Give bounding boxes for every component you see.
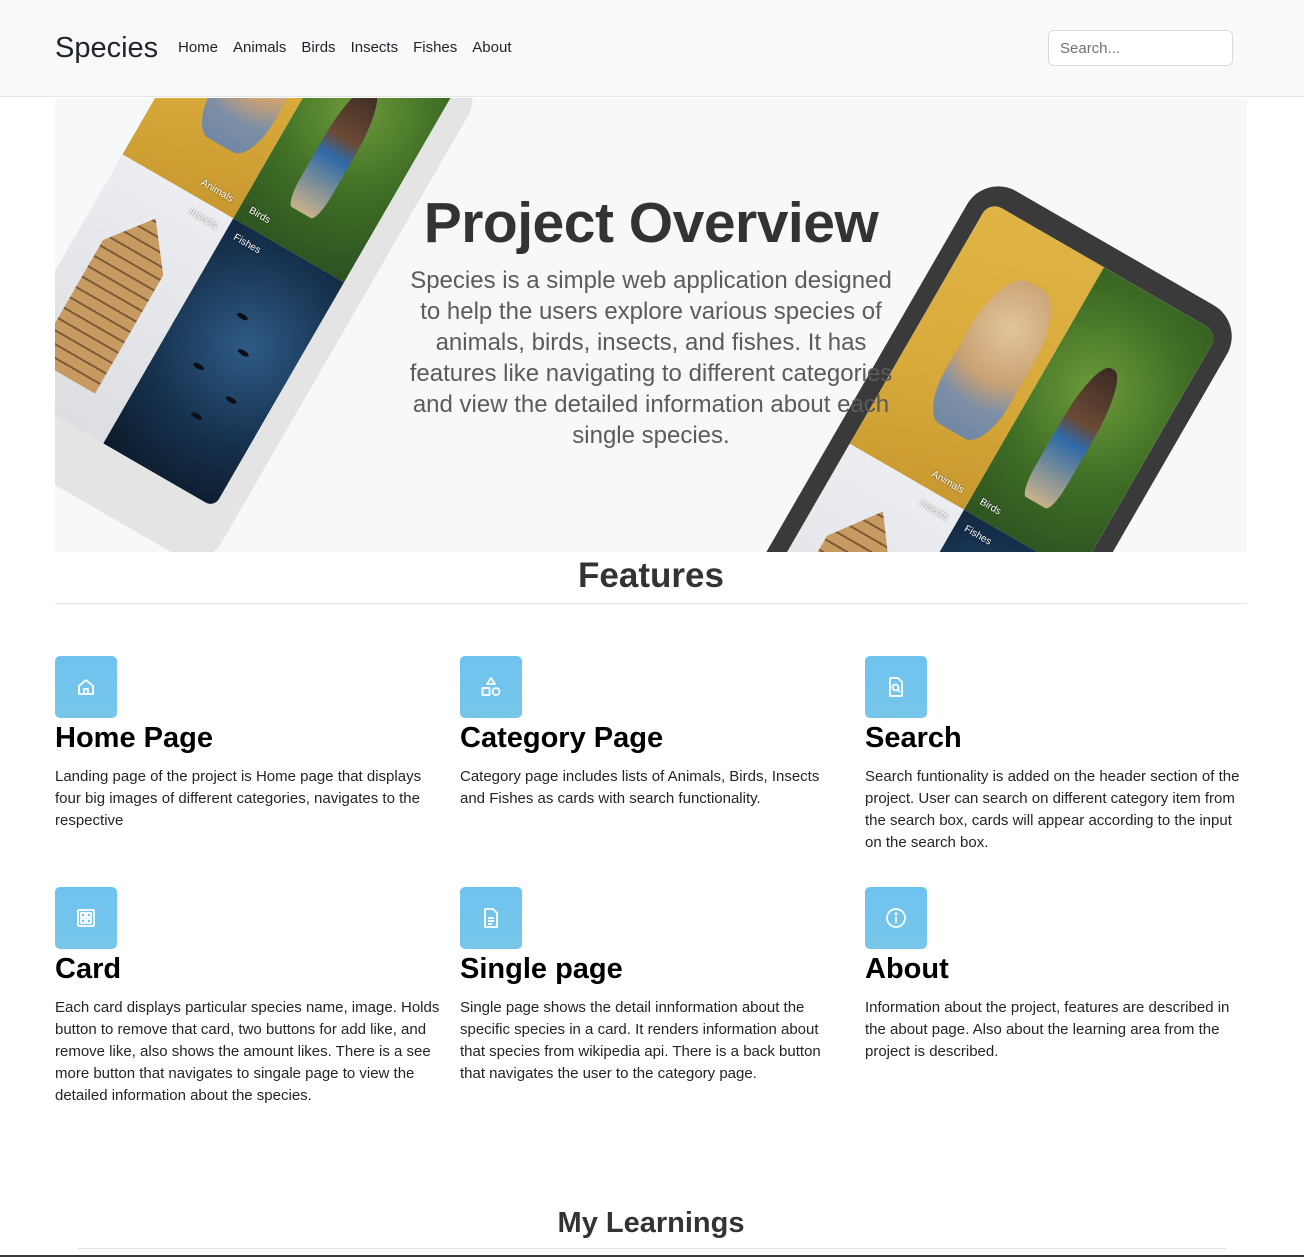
feature-title: Search	[865, 722, 962, 754]
feature-description: Search funtionality is added on the head…	[865, 768, 1240, 851]
nav-link-home[interactable]: Home	[178, 38, 218, 58]
feature-description: Information about the project, features …	[865, 999, 1230, 1060]
birds-label: Birds	[246, 205, 273, 227]
learnings-divider	[78, 1248, 1226, 1249]
document-icon	[460, 887, 522, 949]
feature-card: Category Page Category page includes lis…	[460, 656, 845, 810]
nav-link-insects[interactable]: Insects	[351, 38, 399, 58]
feature-card: Single page Single page shows the detail…	[460, 887, 845, 1085]
feature-description: Each card displays particular species na…	[55, 999, 440, 1104]
feature-title: About	[865, 953, 949, 985]
fishes-label: Fishes	[962, 523, 994, 548]
nav-link-birds[interactable]: Birds	[301, 38, 335, 58]
feature-card: About Information about the project, fea…	[865, 887, 1250, 1063]
insects-label: Insects	[917, 497, 951, 523]
feature-description: Category page includes lists of Animals,…	[460, 768, 820, 807]
feature-title: Category Page	[460, 722, 664, 754]
shapes-icon	[460, 656, 522, 718]
navbar: Species Home Animals Birds Insects Fishe…	[0, 0, 1304, 97]
feature-description: Single page shows the detail innformatio…	[460, 999, 821, 1082]
features-heading: Features	[578, 556, 724, 595]
nav-links: Home Animals Birds Insects Fishes About	[178, 38, 511, 58]
learnings-heading: My Learnings	[557, 1207, 745, 1239]
feature-title: Card	[55, 953, 122, 985]
nav-link-fishes[interactable]: Fishes	[413, 38, 457, 58]
hero-section: Animals Birds Insects Fishes Animals Bir…	[55, 98, 1247, 552]
file-search-icon	[865, 656, 927, 718]
feature-title: Single page	[460, 953, 623, 985]
nav-link-about[interactable]: About	[472, 38, 511, 58]
hero-description: Species is a simple web application desi…	[409, 267, 893, 449]
search-input[interactable]	[1048, 30, 1233, 66]
hero-title: Project Overview	[423, 191, 879, 255]
insects-label: Insects	[186, 206, 220, 232]
home-icon	[55, 656, 117, 718]
hero-text: Project Overview Species is a simple web…	[400, 190, 902, 451]
feature-card: Card Each card displays particular speci…	[55, 887, 440, 1107]
feature-card: Search Search funtionality is added on t…	[865, 656, 1250, 854]
feature-title: Home Page	[55, 722, 213, 754]
info-icon	[865, 887, 927, 949]
birds-label: Birds	[977, 496, 1003, 518]
grid-icon	[55, 887, 117, 949]
nav-link-animals[interactable]: Animals	[233, 38, 286, 58]
animals-label: Animals	[929, 468, 966, 497]
brand-logo[interactable]: Species	[55, 30, 158, 66]
feature-card: Home Page Landing page of the project is…	[55, 656, 440, 832]
feature-description: Landing page of the project is Home page…	[55, 768, 422, 829]
features-divider	[55, 603, 1247, 604]
fishes-label: Fishes	[231, 232, 263, 257]
